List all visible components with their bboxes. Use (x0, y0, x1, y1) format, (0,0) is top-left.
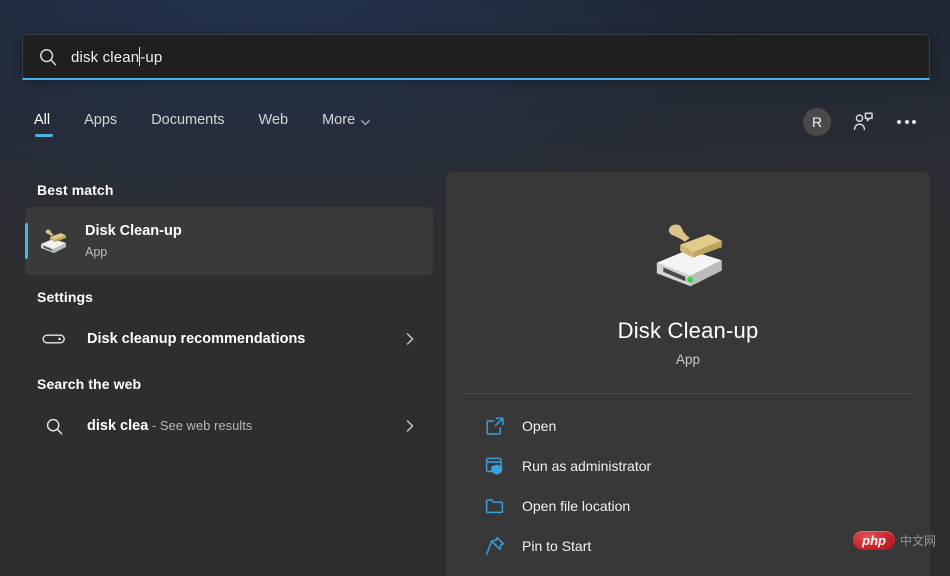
section-header-search-the-web: Search the web (37, 376, 142, 392)
watermark: php 中文网 (853, 531, 936, 550)
tab-all-label: All (34, 112, 51, 128)
avatar[interactable]: R (803, 108, 831, 136)
chevron-down-icon (360, 116, 371, 127)
action-run-as-administrator[interactable]: Run as administrator (466, 446, 930, 486)
shield-window-icon (484, 455, 506, 477)
disk-cleanup-app-icon (646, 216, 730, 294)
search-icon (37, 46, 59, 68)
action-open-label: Open (522, 418, 557, 434)
search-text-after-caret: -up (140, 49, 163, 66)
tab-web[interactable]: Web (259, 112, 289, 137)
ellipsis-dot (904, 120, 909, 124)
search-input-text[interactable]: disk clean-up (71, 47, 162, 66)
tab-documents[interactable]: Documents (151, 112, 224, 137)
tab-web-label: Web (258, 112, 289, 128)
tab-apps[interactable]: Apps (84, 112, 117, 137)
ellipsis-dot (912, 120, 916, 124)
result-item-disk-cleanup-recommendations[interactable]: Disk cleanup recommendations (25, 316, 433, 362)
action-open-file-location[interactable]: Open file location (466, 486, 930, 526)
preview-subtitle: App (675, 352, 701, 367)
preview-panel: Disk Clean-up App Open Run as administra… (446, 172, 930, 576)
tab-documents-label: Documents (151, 112, 225, 128)
tab-apps-label: Apps (84, 112, 118, 128)
results-list: Best match Disk Clean-up App Settings Di… (0, 168, 446, 449)
web-results-suffix: - See web results (148, 418, 253, 433)
section-header-settings: Settings (37, 289, 94, 305)
result-item-title: disk clea - See web results (87, 416, 252, 436)
result-item-text: disk clea - See web results (87, 416, 252, 436)
chevron-right-icon[interactable] (403, 419, 417, 433)
result-item-disk-cleanup-app[interactable]: Disk Clean-up App (25, 207, 433, 275)
folder-icon (484, 495, 506, 517)
action-open[interactable]: Open (466, 406, 930, 446)
tab-all[interactable]: All (34, 112, 54, 137)
action-open-file-location-label: Open file location (522, 498, 631, 514)
avatar-initial: R (811, 114, 823, 130)
disk-cleanup-app-icon (37, 226, 69, 256)
search-bar[interactable]: disk clean-up (22, 34, 930, 80)
feedback-person-icon[interactable] (851, 110, 875, 134)
result-item-subtitle: App (85, 244, 108, 259)
tab-bar-actions: R (803, 108, 918, 136)
filter-tab-bar: All Apps Documents Web More R (34, 108, 918, 152)
ellipsis-dot (897, 120, 901, 124)
preview-title: Disk Clean-up (617, 318, 759, 343)
section-header-best-match: Best match (37, 182, 114, 198)
tab-more[interactable]: More (322, 112, 371, 137)
action-pin-to-start-label: Pin to Start (522, 538, 592, 554)
pin-icon (484, 535, 506, 557)
tab-more-label: More (322, 112, 356, 128)
search-icon (41, 416, 67, 437)
watermark-text: 中文网 (899, 534, 936, 548)
search-input-container[interactable]: disk clean-up (22, 34, 930, 78)
chevron-right-icon[interactable] (403, 332, 417, 346)
watermark-badge: php (853, 531, 895, 550)
result-item-web-search[interactable]: disk clea - See web results (25, 403, 433, 449)
open-external-icon (484, 415, 506, 437)
ellipsis-icon[interactable] (895, 114, 918, 130)
search-text-before-caret: disk clean (71, 49, 140, 66)
result-item-text: Disk Clean-up App (85, 222, 182, 261)
action-run-as-administrator-label: Run as administrator (522, 458, 652, 474)
result-item-title: Disk cleanup recommendations (87, 330, 306, 347)
search-focus-underline (22, 78, 930, 80)
result-item-title: Disk Clean-up (85, 222, 182, 239)
result-item-text: Disk cleanup recommendations (87, 330, 305, 349)
hard-drive-icon (41, 331, 67, 347)
web-query-text: disk clea (87, 418, 149, 434)
